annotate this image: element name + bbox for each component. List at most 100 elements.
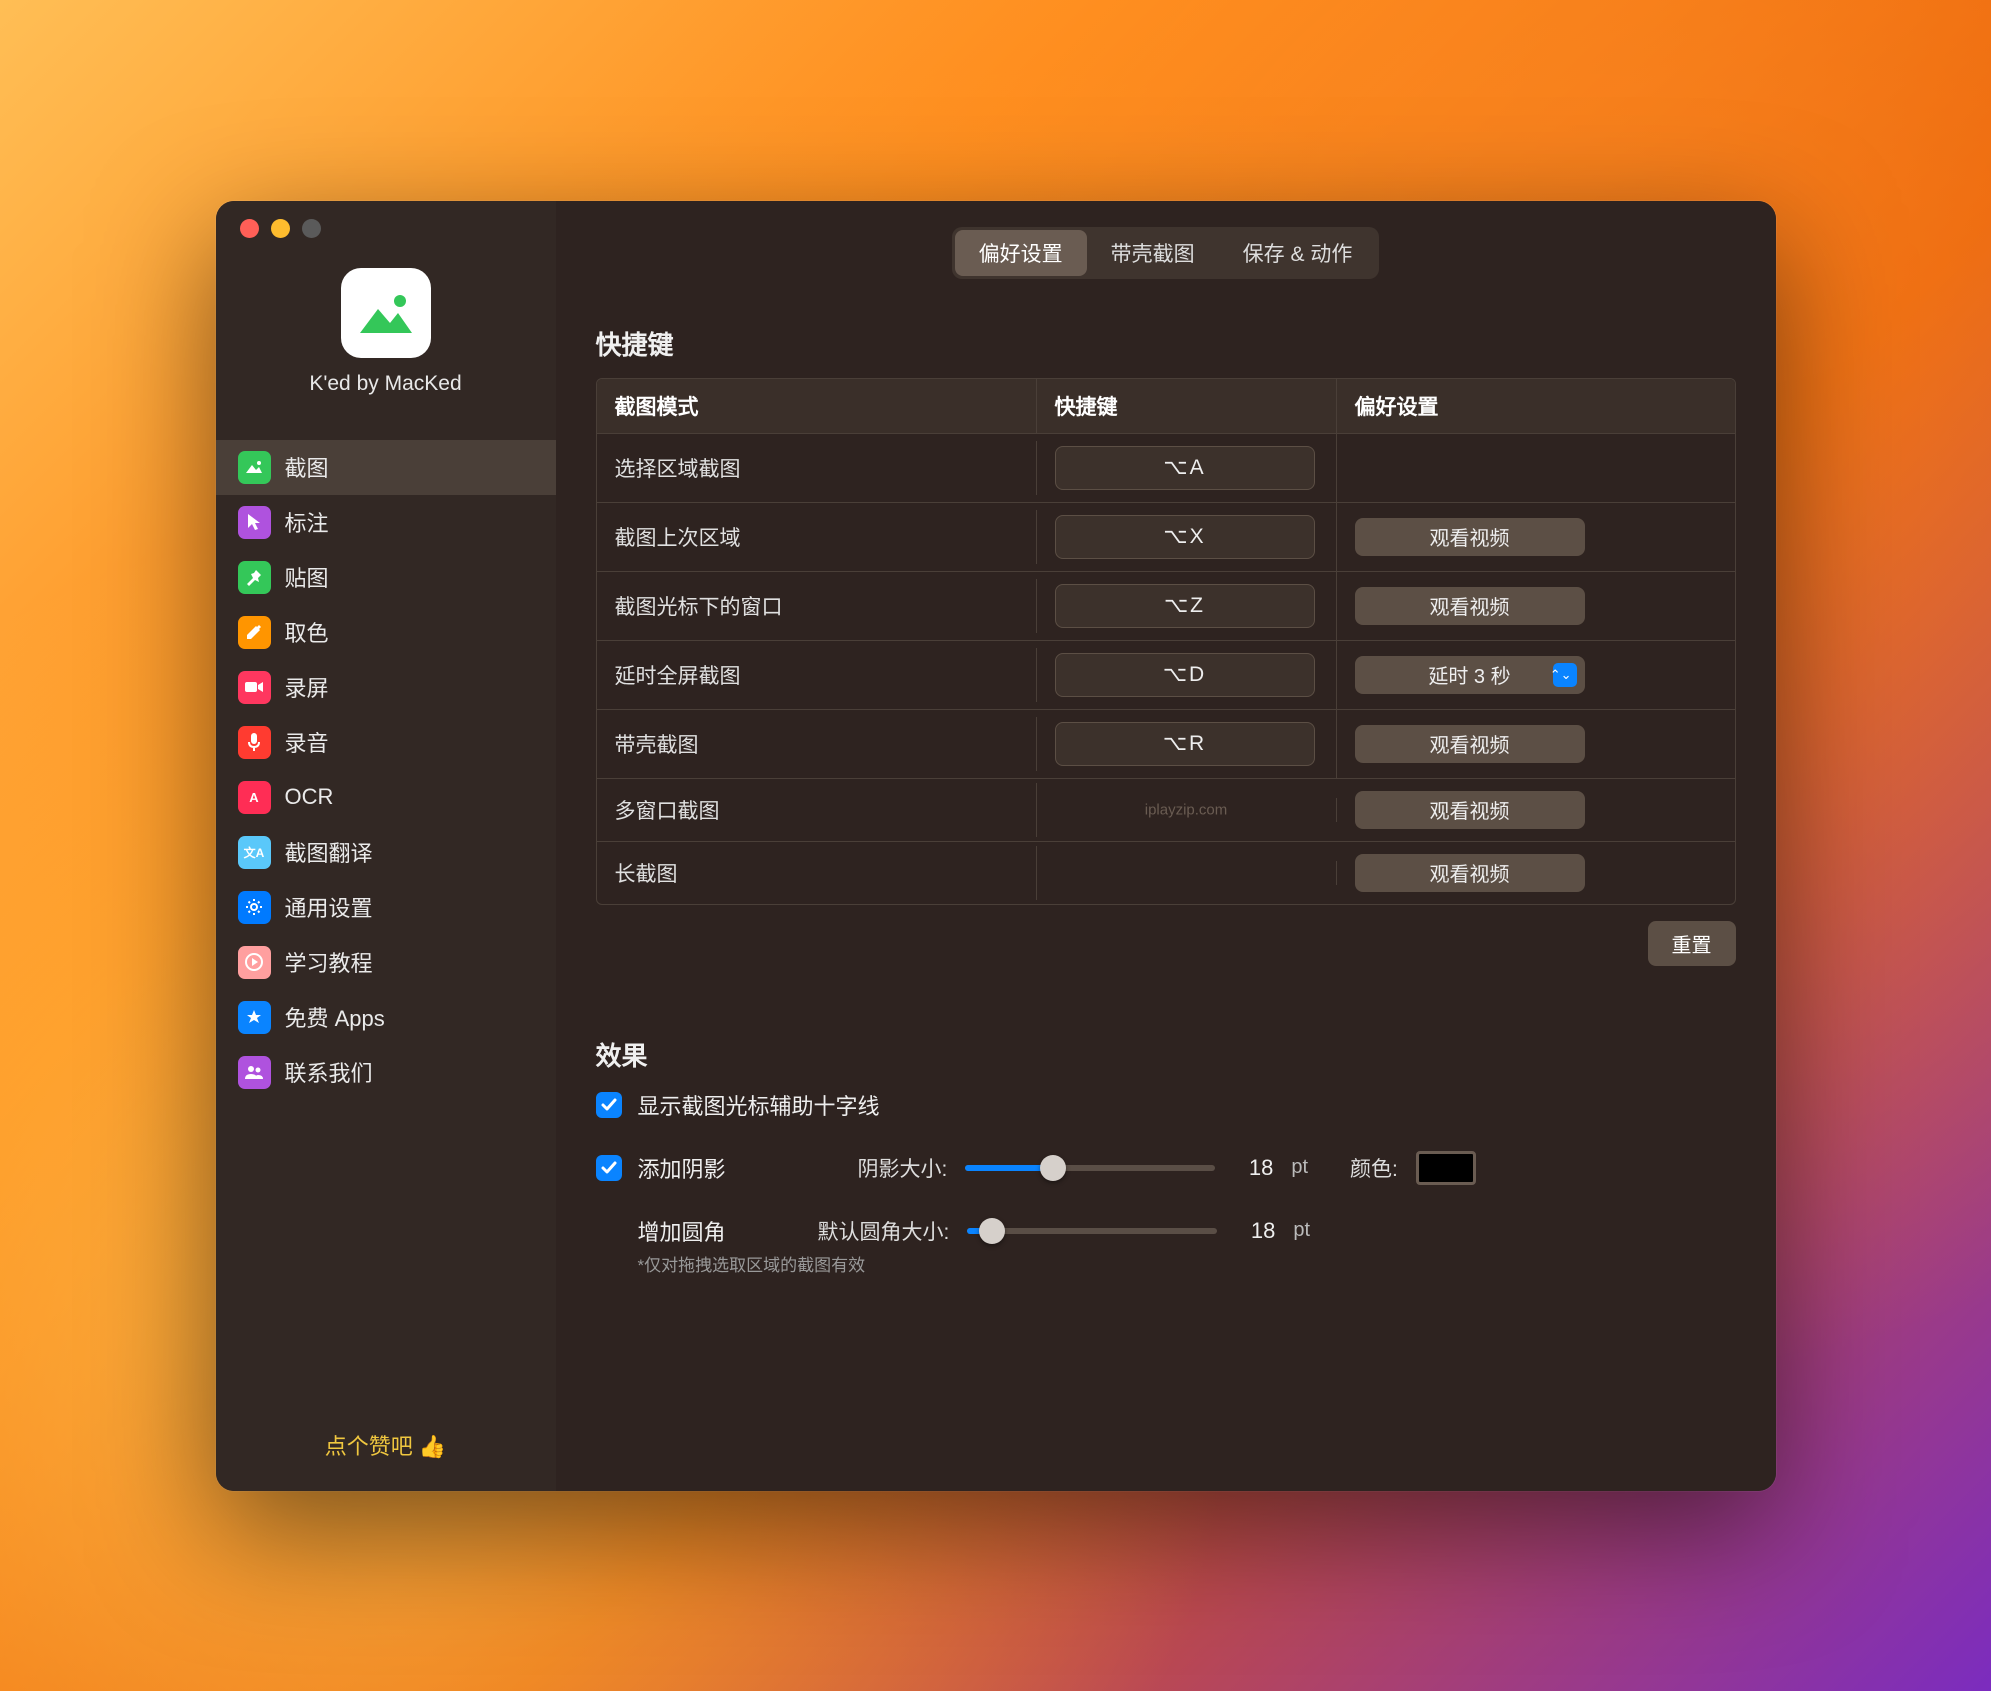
contact-icon: [238, 1056, 271, 1089]
traffic-lights: [216, 219, 556, 238]
gear-icon: [238, 891, 271, 924]
shortcut-input[interactable]: ⌥R: [1055, 722, 1315, 766]
shadow-unit: pt: [1291, 1156, 1308, 1179]
table-row: 带壳截图 ⌥R 观看视频: [597, 710, 1735, 779]
sidebar-item-label: 截图翻译: [285, 836, 373, 868]
preferences-window: K'ed by MacKed 截图 标注 贴图: [216, 201, 1776, 1491]
segmented-control: 偏好设置 带壳截图 保存 & 动作: [952, 227, 1380, 279]
header-pref: 偏好设置: [1337, 379, 1735, 433]
crosshair-label: 显示截图光标辅助十字线: [638, 1089, 880, 1121]
sidebar-item-color[interactable]: 取色: [216, 605, 556, 660]
shortcut-input[interactable]: ⌥X: [1055, 515, 1315, 559]
reset-row: 重置: [596, 921, 1736, 966]
shadow-slider[interactable]: [965, 1165, 1215, 1171]
table-row: 截图光标下的窗口 ⌥Z 观看视频: [597, 572, 1735, 641]
apps-icon: [238, 1001, 271, 1034]
crosshair-checkbox[interactable]: [596, 1092, 622, 1118]
close-button[interactable]: [240, 219, 259, 238]
sidebar-footer[interactable]: 点个赞吧 👍: [216, 1403, 556, 1491]
sidebar-item-ocr[interactable]: A OCR: [216, 770, 556, 825]
main-content: 偏好设置 带壳截图 保存 & 动作 快捷键 截图模式 快捷键 偏好设置 选择区域…: [556, 201, 1776, 1491]
mode-label: 延时全屏截图: [597, 648, 1037, 702]
image-icon: [238, 451, 271, 484]
slider-thumb[interactable]: [1040, 1155, 1066, 1181]
app-title: K'ed by MacKed: [309, 372, 461, 396]
corner-label: 增加圆角: [638, 1215, 818, 1247]
sidebar-item-translate[interactable]: 文A 截图翻译: [216, 825, 556, 880]
corner-hint: *仅对拖拽选取区域的截图有效: [638, 1251, 1736, 1276]
shortcuts-table: 截图模式 快捷键 偏好设置 选择区域截图 ⌥A 截图上次区域 ⌥X 观看视频 截…: [596, 378, 1736, 905]
maximize-button[interactable]: [302, 219, 321, 238]
reset-button[interactable]: 重置: [1648, 921, 1736, 966]
shortcut-input[interactable]: ⌥Z: [1055, 584, 1315, 628]
sidebar-item-label: 标注: [285, 506, 329, 538]
app-icon: [341, 268, 431, 358]
shortcut-input[interactable]: ⌥D: [1055, 653, 1315, 697]
section-shortcuts-title: 快捷键: [596, 325, 1736, 362]
chevron-updown-icon: ⌃⌄: [1550, 668, 1572, 681]
delay-select[interactable]: 延时 3 秒⌃⌄: [1355, 656, 1585, 694]
ocr-icon: A: [238, 781, 271, 814]
shadow-row: 添加阴影 阴影大小: 18 pt 颜色:: [596, 1151, 1736, 1185]
corner-slider[interactable]: [967, 1228, 1217, 1234]
table-row: 长截图 观看视频: [597, 842, 1735, 904]
mic-icon: [238, 726, 271, 759]
sidebar-item-record[interactable]: 录屏: [216, 660, 556, 715]
crosshair-row: 显示截图光标辅助十字线: [596, 1089, 1736, 1121]
mode-label: 截图上次区域: [597, 510, 1037, 564]
watch-video-button[interactable]: 观看视频: [1355, 518, 1585, 556]
mode-label: 带壳截图: [597, 717, 1037, 771]
sidebar-item-label: 联系我们: [285, 1056, 373, 1088]
sidebar-items: 截图 标注 贴图 取色: [216, 434, 556, 1403]
color-label: 颜色:: [1350, 1153, 1398, 1183]
slider-thumb[interactable]: [979, 1218, 1005, 1244]
shadow-checkbox[interactable]: [596, 1155, 622, 1181]
sidebar-item-tutorial[interactable]: 学习教程: [216, 935, 556, 990]
shortcut-input[interactable]: ⌥A: [1055, 446, 1315, 490]
sidebar-item-label: 学习教程: [285, 946, 373, 978]
shadow-color-well[interactable]: [1416, 1151, 1476, 1185]
mode-label: 选择区域截图: [597, 441, 1037, 495]
sidebar-item-contact[interactable]: 联系我们: [216, 1045, 556, 1100]
watch-video-button[interactable]: 观看视频: [1355, 854, 1585, 892]
tutorial-icon: [238, 946, 271, 979]
sidebar-item-screenshot[interactable]: 截图: [216, 440, 556, 495]
table-row: 多窗口截图 iplayzip.com 观看视频: [597, 779, 1735, 842]
header-shortcut: 快捷键: [1037, 379, 1337, 433]
table-row: 选择区域截图 ⌥A: [597, 434, 1735, 503]
sidebar-item-annotate[interactable]: 标注: [216, 495, 556, 550]
watch-video-button[interactable]: 观看视频: [1355, 587, 1585, 625]
sidebar-item-apps[interactable]: 免费 Apps: [216, 990, 556, 1045]
watch-video-button[interactable]: 观看视频: [1355, 791, 1585, 829]
watermark: iplayzip.com: [1145, 801, 1228, 818]
sidebar-item-label: 通用设置: [285, 891, 373, 923]
section-effects-title: 效果: [596, 1036, 1736, 1073]
sidebar-item-label: 录屏: [285, 671, 329, 703]
sidebar-item-audio[interactable]: 录音: [216, 715, 556, 770]
mode-label: 多窗口截图: [597, 783, 1037, 837]
tab-preferences[interactable]: 偏好设置: [955, 230, 1087, 276]
sidebar: K'ed by MacKed 截图 标注 贴图: [216, 201, 556, 1491]
sidebar-item-label: OCR: [285, 784, 334, 810]
minimize-button[interactable]: [271, 219, 290, 238]
table-header: 截图模式 快捷键 偏好设置: [597, 379, 1735, 434]
sidebar-item-label: 录音: [285, 726, 329, 758]
shadow-size-label: 阴影大小:: [858, 1153, 948, 1183]
app-header: K'ed by MacKed: [216, 268, 556, 396]
sidebar-item-pin[interactable]: 贴图: [216, 550, 556, 605]
cursor-icon: [238, 506, 271, 539]
corner-row: 增加圆角 默认圆角大小: 18 pt *仅对拖拽选取区域的截图有效: [596, 1215, 1736, 1276]
tab-save[interactable]: 保存 & 动作: [1219, 230, 1377, 276]
pin-icon: [238, 561, 271, 594]
video-icon: [238, 671, 271, 704]
watch-video-button[interactable]: 观看视频: [1355, 725, 1585, 763]
corner-size-label: 默认圆角大小:: [818, 1216, 950, 1246]
mode-label: 长截图: [597, 846, 1037, 900]
sidebar-item-label: 取色: [285, 616, 329, 648]
tab-shell[interactable]: 带壳截图: [1087, 230, 1219, 276]
sidebar-item-label: 贴图: [285, 561, 329, 593]
sidebar-item-general[interactable]: 通用设置: [216, 880, 556, 935]
eyedropper-icon: [238, 616, 271, 649]
corner-unit: pt: [1293, 1219, 1310, 1242]
sidebar-item-label: 免费 Apps: [285, 1001, 385, 1033]
